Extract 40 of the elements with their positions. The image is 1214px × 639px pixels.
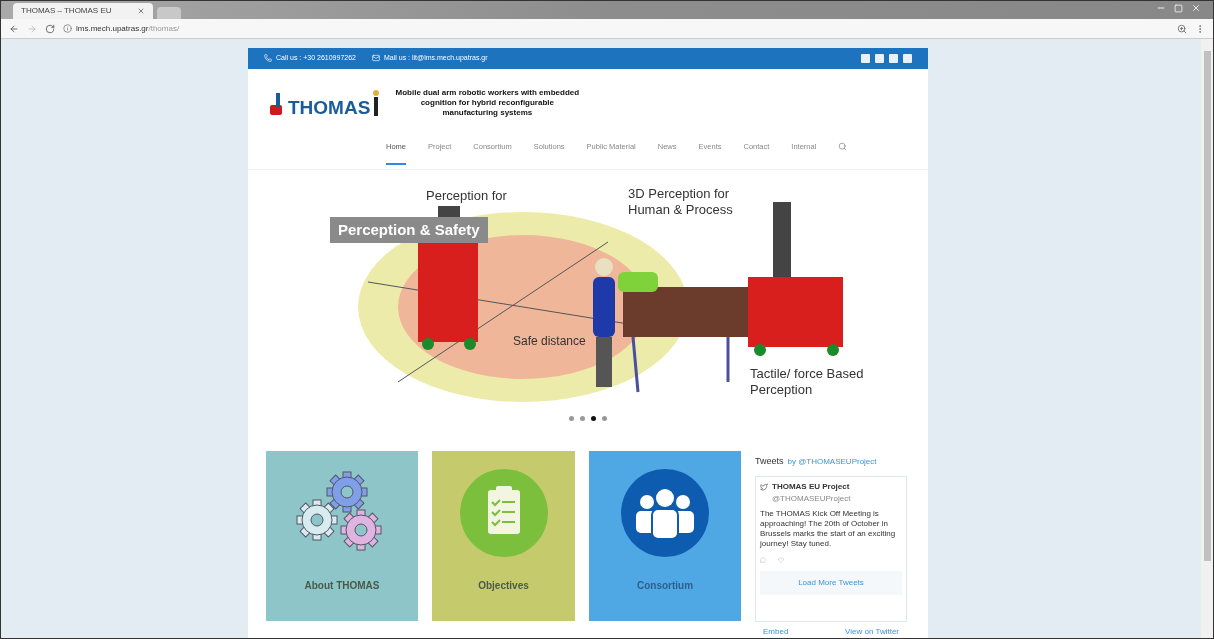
back-icon[interactable] — [9, 23, 19, 34]
tweet-handle[interactable]: @THOMASEUProject — [772, 493, 851, 505]
tweet-author[interactable]: THOMAS EU Project — [772, 481, 851, 493]
search-icon[interactable] — [838, 142, 848, 152]
tweets-title: Tweets — [755, 454, 784, 468]
url-field[interactable]: lms.mech.upatras.gr/thomas/ — [76, 22, 180, 35]
tile-label: Consortium — [636, 578, 694, 593]
zoom-icon[interactable] — [1177, 23, 1187, 34]
logo-tagline: Mobile dual arm robotic workers with embedded cognition for hybrid reconfigurable manufacturing systems — [394, 87, 581, 118]
embed-link[interactable]: Embed — [763, 626, 789, 638]
feature-tile[interactable]: About THOMAS — [266, 450, 418, 621]
phone-icon — [264, 54, 272, 63]
tile-label: About THOMAS — [304, 578, 380, 593]
forward-icon[interactable] — [27, 23, 37, 34]
reload-icon[interactable] — [45, 23, 55, 34]
browser-tab[interactable]: THOMAS – THOMAS EU — [13, 3, 153, 19]
slide-caption: Perception & Safety — [330, 216, 488, 244]
tweet-text: The THOMAS Kick Off Meeting is approaching! The 20th of October in Brussels marks the start of an exciting journey! Stay tuned. — [760, 509, 897, 549]
diagram-label: Perception for — [426, 186, 507, 205]
mail-icon — [372, 54, 380, 63]
feature-tile[interactable]: Consortium — [589, 450, 741, 621]
logo-text: THOMAS — [288, 97, 371, 117]
maximize-icon[interactable] — [1174, 3, 1183, 13]
reply-icon[interactable] — [760, 557, 766, 563]
close-icon[interactable] — [137, 7, 145, 15]
people-icon — [620, 467, 710, 558]
tab-title: THOMAS – THOMAS EU — [21, 5, 112, 17]
diagram-label: Tactile/ force Based Perception — [750, 365, 865, 398]
like-icon[interactable] — [778, 557, 784, 563]
diagram-label: 3D Perception for Human & Process — [628, 185, 734, 218]
load-more-button[interactable]: Load More Tweets — [760, 571, 902, 595]
info-icon[interactable] — [63, 24, 72, 33]
figure-icon — [372, 88, 381, 117]
view-on-twitter-link[interactable]: View on Twitter — [845, 626, 899, 638]
tile-label: Objectives — [478, 578, 529, 593]
clipboard-icon — [458, 467, 549, 558]
feature-tile[interactable]: Objectives — [432, 450, 575, 621]
tweets-by[interactable]: by @THOMASEUProject — [787, 455, 877, 468]
diagram-label: Safe distance — [513, 332, 586, 350]
close-icon[interactable] — [1191, 3, 1201, 13]
